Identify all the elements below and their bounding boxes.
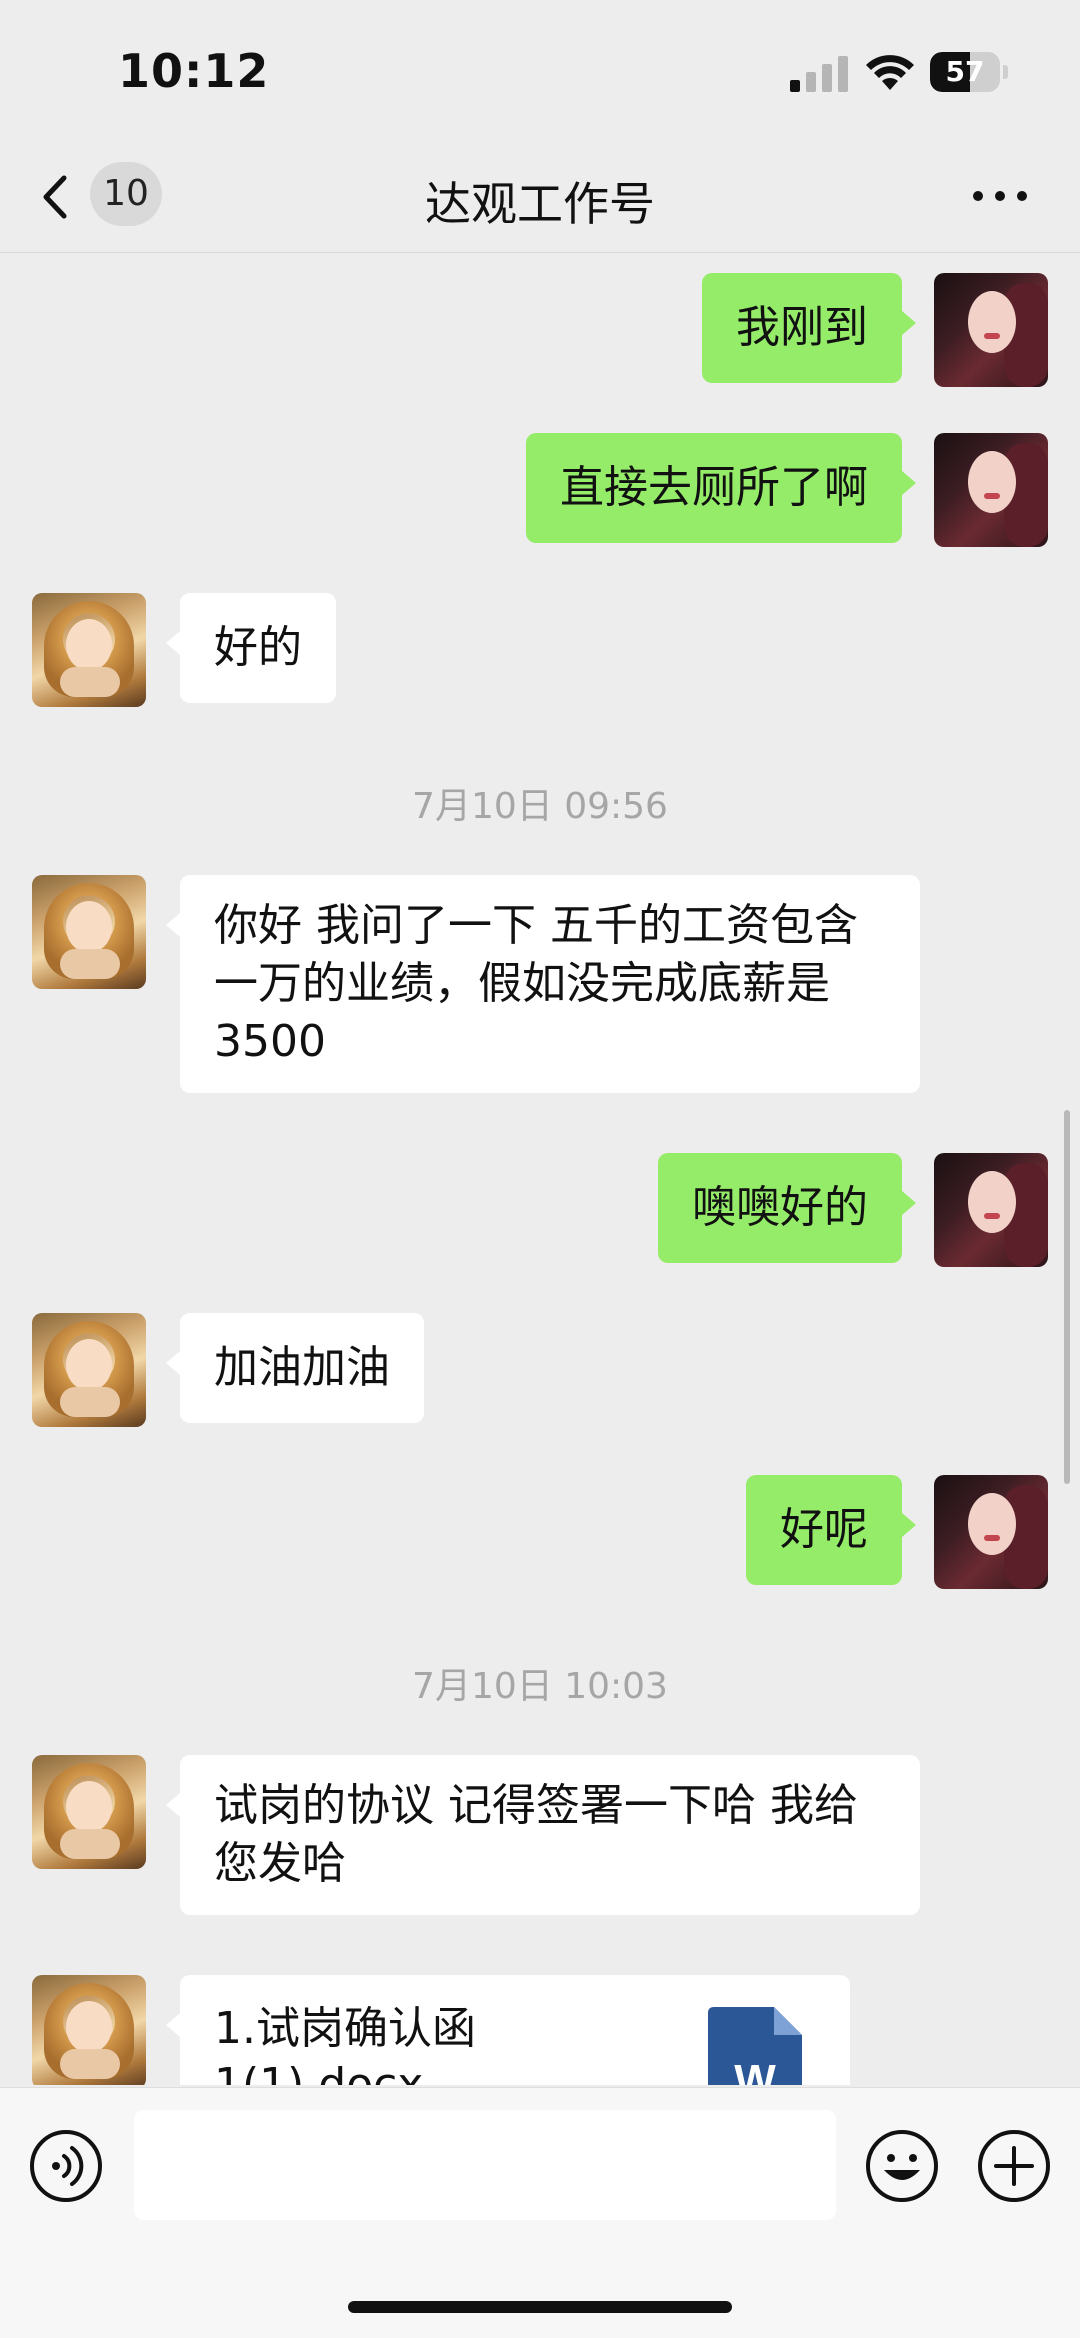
battery-percent: 57 — [945, 55, 985, 88]
message-bubble-other[interactable]: 你好 我问了一下 五千的工资包含一万的业绩，假如没完成底薪是 3500 — [166, 875, 920, 1093]
chat-title: 达观工作号 — [425, 177, 655, 231]
self-avatar[interactable] — [934, 433, 1048, 547]
plus-icon[interactable] — [976, 2128, 1052, 2204]
file-message[interactable]: 1.试岗确认函 1(1).docx W — [166, 1975, 850, 2085]
status-time: 10:12 — [118, 44, 270, 98]
message-bubble-other[interactable]: 加油加油 — [166, 1313, 424, 1423]
message-bubble-self[interactable]: 噢噢好的 — [658, 1153, 916, 1263]
message-bubble-self[interactable]: 直接去厕所了啊 — [526, 433, 916, 543]
contact-avatar[interactable] — [32, 1755, 146, 1869]
message-input[interactable] — [134, 2110, 836, 2220]
svg-text:W: W — [734, 2056, 776, 2085]
message-bubble-other[interactable]: 试岗的协议 记得签署一下哈 我给您发哈 — [166, 1755, 920, 1915]
contact-avatar[interactable] — [32, 1975, 146, 2085]
input-bar — [0, 2087, 1080, 2338]
contact-avatar[interactable] — [32, 593, 146, 707]
chat-header: 10 达观工作号 — [0, 140, 1080, 253]
file-name: 1.试岗确认函 1(1).docx — [214, 2003, 476, 2085]
wifi-icon — [866, 55, 914, 90]
self-avatar[interactable] — [934, 1153, 1048, 1267]
home-indicator — [348, 2301, 732, 2313]
more-options-icon[interactable] — [970, 176, 1030, 216]
message-bubble-self[interactable]: 好呢 — [746, 1475, 916, 1585]
voice-input-icon[interactable] — [28, 2128, 104, 2204]
message-timestamp: 7月10日 10:03 — [412, 1666, 668, 1707]
self-avatar[interactable] — [934, 1475, 1048, 1589]
battery-icon: 57 — [930, 52, 1010, 92]
emoji-icon[interactable] — [864, 2128, 940, 2204]
cellular-signal-icon — [790, 56, 848, 92]
scrollbar[interactable] — [1064, 1110, 1070, 1484]
contact-avatar[interactable] — [32, 1313, 146, 1427]
message-bubble-self[interactable]: 我刚到 — [702, 273, 916, 383]
word-doc-icon: W — [708, 2007, 802, 2085]
self-avatar[interactable] — [934, 273, 1048, 387]
contact-avatar[interactable] — [32, 875, 146, 989]
status-bar: 10:12 57 — [0, 0, 1080, 140]
message-bubble-other[interactable]: 好的 — [166, 593, 336, 703]
message-timestamp: 7月10日 09:56 — [412, 786, 668, 827]
message-list[interactable]: 我刚到 直接去厕所了啊 好的 7月10日 09:56 你好 我问了一下 五千的工… — [0, 253, 1080, 2085]
